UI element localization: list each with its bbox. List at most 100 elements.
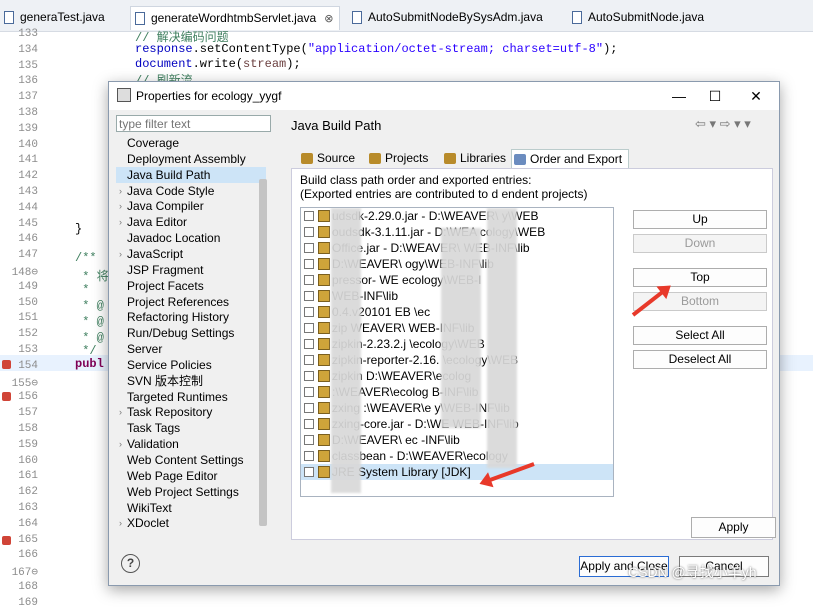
maximize-button[interactable]: ☐ <box>700 85 730 107</box>
back-forward-nav-icon[interactable]: ⇦ ▾ ⇨ ▾ ▾ <box>695 116 751 132</box>
expand-arrow-icon[interactable]: › <box>119 436 122 452</box>
tab-autosubmitnode[interactable]: AutoSubmitNode.java <box>568 6 710 30</box>
tree-item-label: Project References <box>127 294 230 309</box>
classpath-entries-list[interactable]: JRE System Library [JDK] classbean - D:\W… <box>300 207 614 497</box>
tree-item[interactable]: Project Facets <box>116 278 266 294</box>
tree-item[interactable]: › Task Repository <box>116 404 266 420</box>
tab-libraries[interactable]: Libraries <box>442 149 506 168</box>
line-number: 167⊖ <box>11 567 38 580</box>
expand-arrow-icon[interactable]: › <box>119 183 122 199</box>
export-checkbox[interactable] <box>304 275 314 285</box>
export-checkbox[interactable] <box>304 451 314 461</box>
editor-tabs-bar: generaTest.java generateWordhtmbServlet.… <box>0 0 813 32</box>
tree-scrollbar[interactable] <box>259 179 267 526</box>
tab-generatewordhtmbservlet[interactable]: generateWordhtmbServlet.java ⊗ <box>130 6 341 30</box>
export-checkbox[interactable] <box>304 307 314 317</box>
tree-item[interactable]: › JavaScript <box>116 246 266 262</box>
tree-item[interactable]: Service Policies <box>116 357 266 373</box>
tree-item[interactable]: Java Build Path <box>116 166 266 183</box>
tree-item[interactable]: Server <box>116 341 266 357</box>
tree-item[interactable]: Targeted Runtimes <box>116 389 266 405</box>
select-all-button[interactable]: Select All <box>633 326 767 345</box>
top-button[interactable]: Top <box>633 268 767 287</box>
tree-item[interactable]: Javadoc Location <box>116 230 266 246</box>
tree-item[interactable]: SVN 版本控制 <box>116 373 266 389</box>
tree-item[interactable]: Run/Debug Settings <box>116 325 266 341</box>
projects-icon <box>369 153 381 164</box>
filter-input[interactable] <box>116 115 271 132</box>
eclipse-app-icon <box>117 88 131 102</box>
export-checkbox[interactable] <box>304 291 314 301</box>
tree-item-label: Java Build Path <box>127 167 211 182</box>
tab-label: generateWordhtmbServlet.java <box>151 11 317 25</box>
code-line: * 将 <box>75 270 109 284</box>
export-checkbox[interactable] <box>304 259 314 269</box>
apply-button[interactable]: Apply <box>691 517 776 538</box>
tree-item[interactable]: Deployment Assembly <box>116 151 266 167</box>
export-checkbox[interactable] <box>304 387 314 397</box>
tree-item[interactable]: › Java Editor <box>116 214 266 230</box>
tab-order-and-export[interactable]: Order and Export <box>511 149 630 168</box>
tree-item-label: Run/Debug Settings <box>127 326 235 341</box>
tree-item-label: Targeted Runtimes <box>127 389 228 404</box>
expand-arrow-icon[interactable]: › <box>119 246 122 262</box>
down-button[interactable]: Down <box>633 234 767 253</box>
jar-icon <box>318 338 330 350</box>
expand-arrow-icon[interactable]: › <box>119 515 122 531</box>
export-checkbox[interactable] <box>304 211 314 221</box>
java-build-path-panel: Java Build Path ⇦ ▾ ⇨ ▾ ▾ Source Project… <box>281 110 779 585</box>
export-checkbox[interactable] <box>304 371 314 381</box>
expand-arrow-icon[interactable]: › <box>119 198 122 214</box>
minimize-button[interactable]: — <box>664 85 694 107</box>
tree-item-label: Java Code Style <box>127 183 215 198</box>
dialog-title: Properties for ecology_yygf <box>136 89 282 103</box>
order-export-page: Build class path order and exported entr… <box>291 168 773 540</box>
close-button[interactable]: ✕ <box>741 85 771 107</box>
expand-arrow-icon[interactable]: › <box>119 214 122 230</box>
tab-projects[interactable]: Projects <box>367 149 428 168</box>
tab-autosubmitnodebysysadm[interactable]: AutoSubmitNodeBySysAdm.java <box>348 6 549 30</box>
line-number: 146 <box>18 233 38 246</box>
export-checkbox[interactable] <box>304 355 314 365</box>
export-checkbox[interactable] <box>304 403 314 413</box>
tab-source[interactable]: Source <box>299 149 355 168</box>
line-number: 149 <box>18 280 38 293</box>
deselect-all-button[interactable]: Deselect All <box>633 350 767 369</box>
export-checkbox[interactable] <box>304 435 314 445</box>
dialog-titlebar[interactable]: Properties for ecology_yygf — ☐ ✕ <box>109 82 779 110</box>
tab-generatest[interactable]: generaTest.java <box>0 6 111 30</box>
line-number: 155⊖ <box>11 377 38 390</box>
export-checkbox[interactable] <box>304 467 314 477</box>
java-file-icon <box>572 11 582 24</box>
tree-item[interactable]: › Java Code Style <box>116 183 266 199</box>
expand-arrow-icon[interactable]: › <box>119 404 122 420</box>
help-icon[interactable]: ? <box>121 554 140 573</box>
tree-item[interactable]: › Validation <box>116 436 266 452</box>
tree-item[interactable]: JSP Fragment <box>116 262 266 278</box>
redaction-blur <box>487 208 517 468</box>
tree-item[interactable]: Web Content Settings <box>116 452 266 468</box>
tree-item[interactable]: Project References <box>116 294 266 310</box>
tree-item[interactable]: Coverage <box>116 135 266 151</box>
tree-item[interactable]: Web Page Editor <box>116 468 266 484</box>
tree-item[interactable]: WikiText <box>116 500 266 516</box>
tree-item[interactable]: Task Tags <box>116 420 266 436</box>
export-checkbox[interactable] <box>304 323 314 333</box>
export-checkbox[interactable] <box>304 339 314 349</box>
tree-item[interactable]: Refactoring History <box>116 309 266 325</box>
tree-item-label: Task Tags <box>127 421 181 436</box>
line-number: 159 <box>18 438 38 451</box>
up-button[interactable]: Up <box>633 210 767 229</box>
line-number: 162 <box>18 486 38 499</box>
tree-item[interactable]: Web Project Settings <box>116 484 266 500</box>
tree-item[interactable]: › Java Compiler <box>116 198 266 214</box>
jar-icon <box>318 242 330 254</box>
libraries-icon <box>444 153 456 164</box>
export-checkbox[interactable] <box>304 243 314 253</box>
tree-item-label: Service Policies <box>127 357 212 372</box>
tree-item[interactable]: › XDoclet <box>116 515 266 531</box>
export-checkbox[interactable] <box>304 419 314 429</box>
close-tab-icon[interactable]: ⊗ <box>324 13 333 25</box>
tree-item-label: XDoclet <box>127 516 170 531</box>
export-checkbox[interactable] <box>304 227 314 237</box>
